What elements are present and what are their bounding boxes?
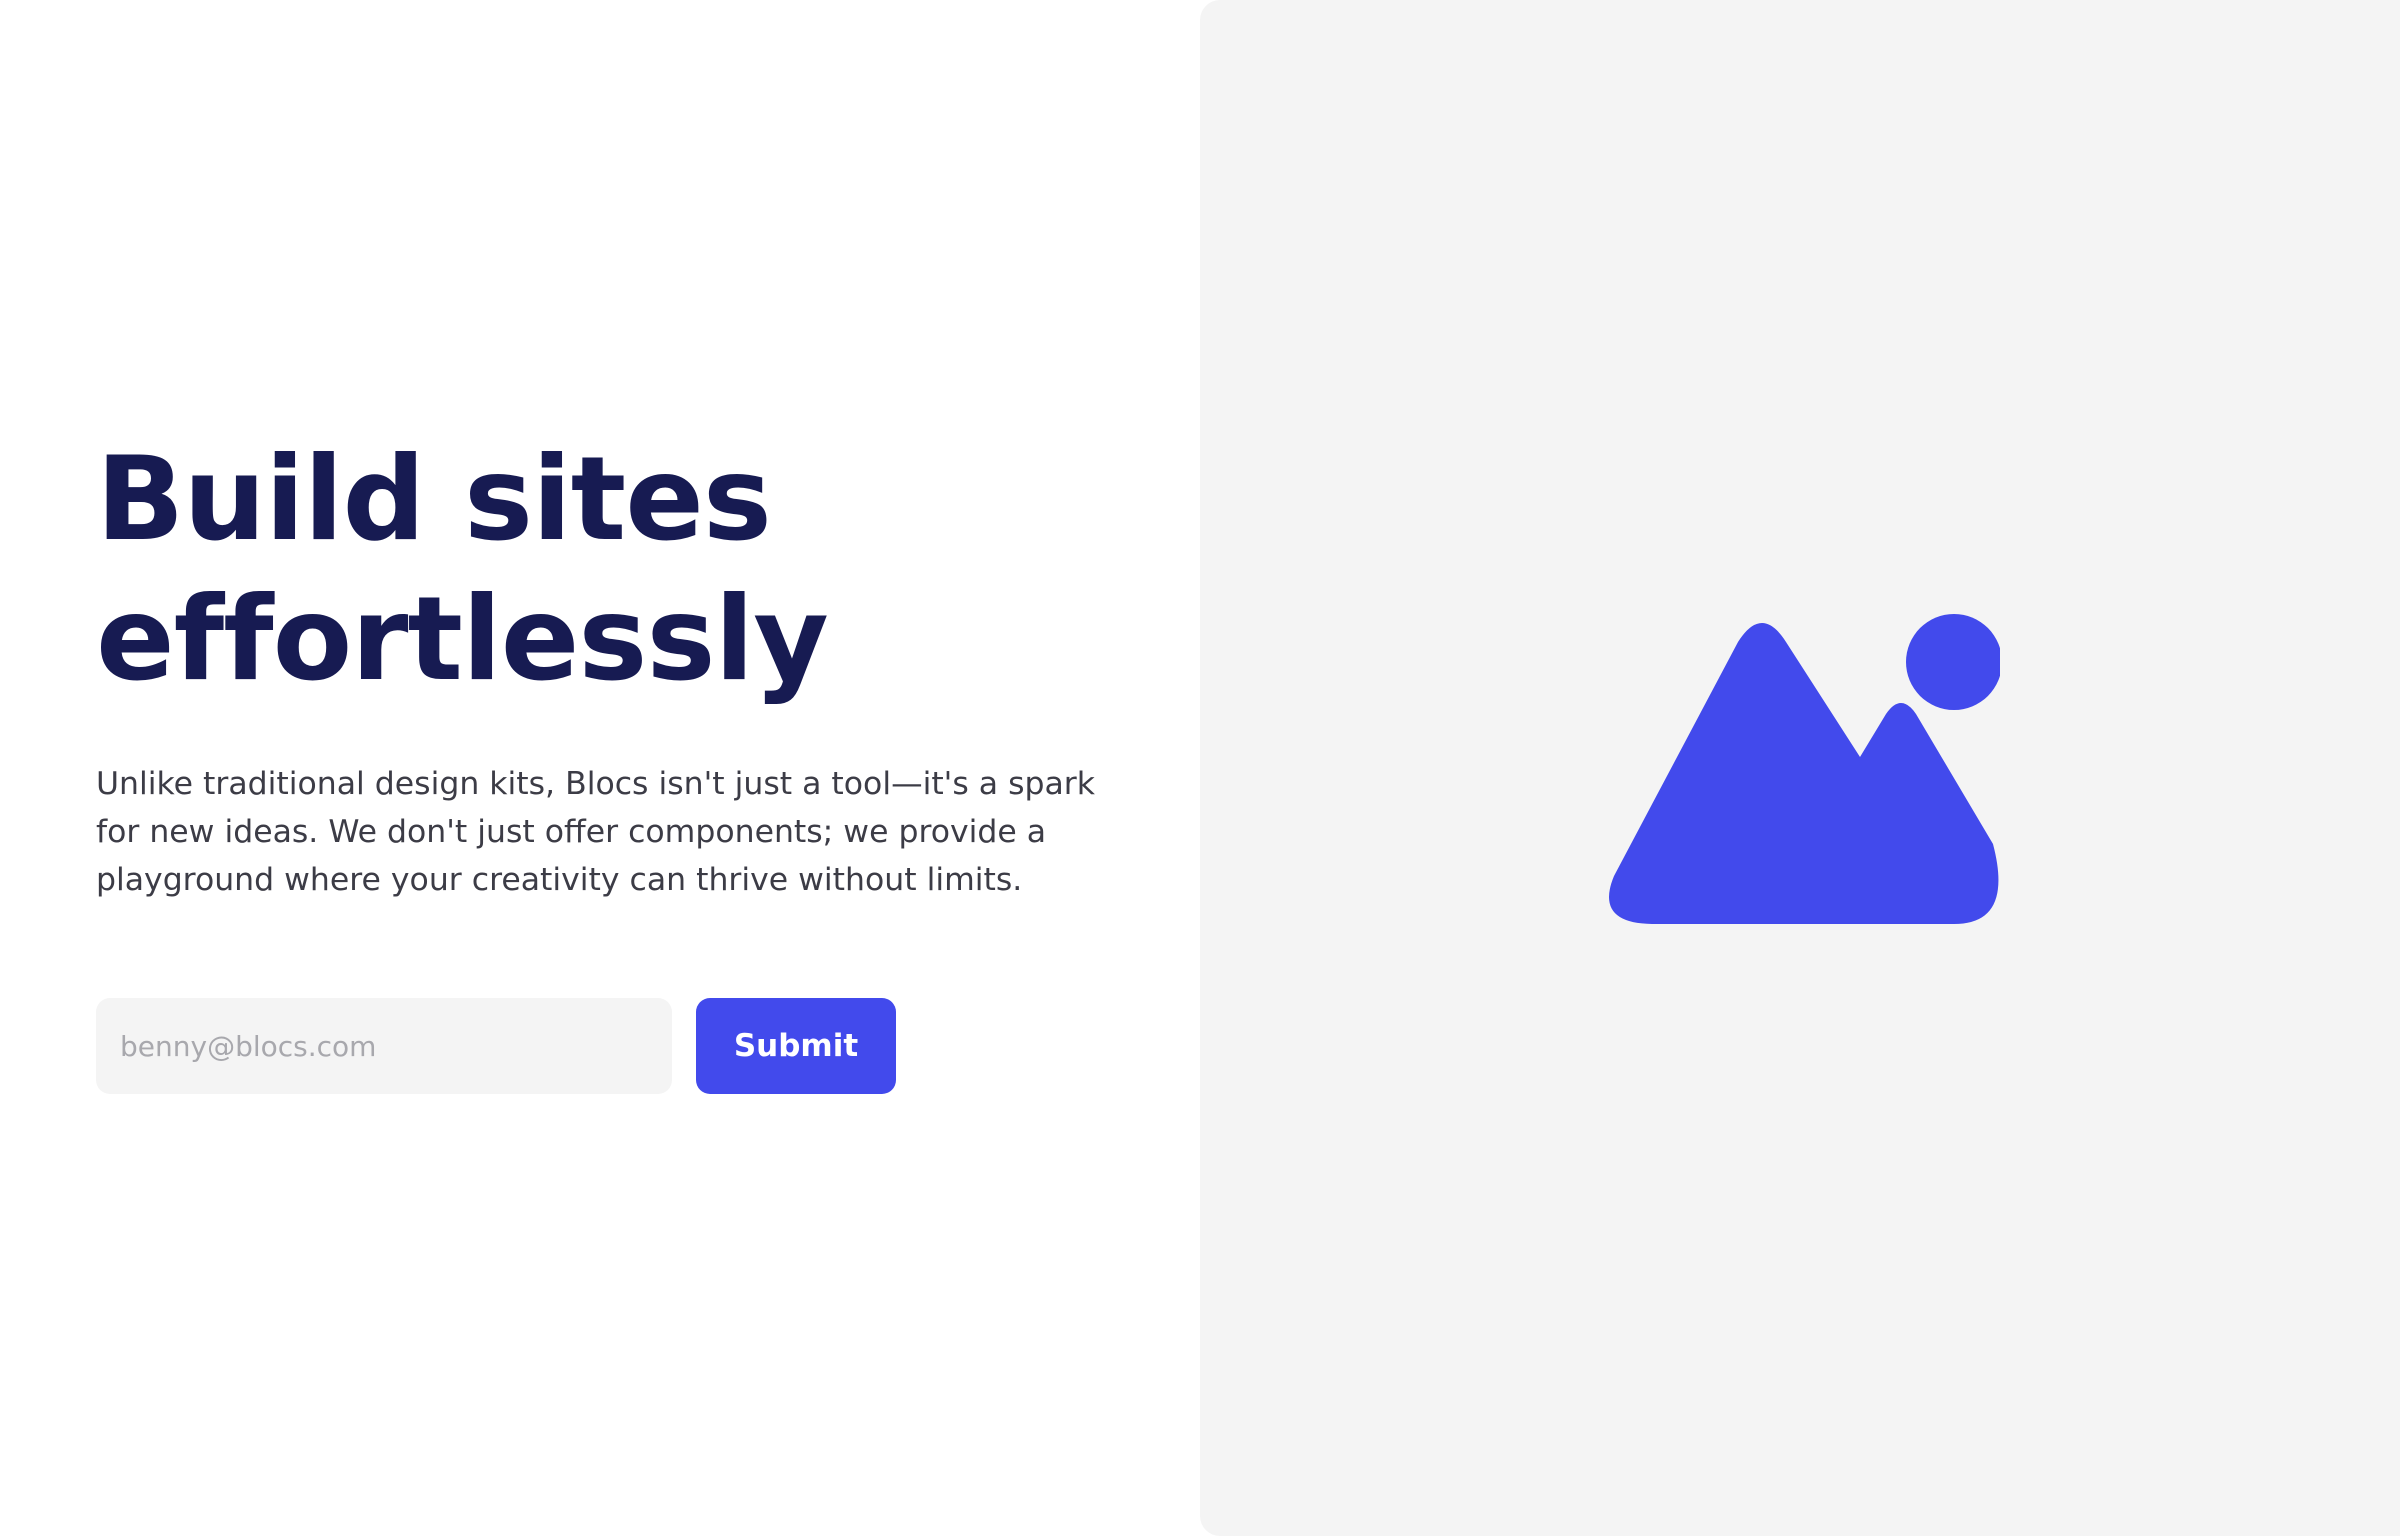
image-placeholder-icon bbox=[1609, 614, 2000, 924]
headline-line-2: effortlessly bbox=[96, 572, 829, 707]
hero-section: Build sites effortlessly Unlike traditio… bbox=[0, 0, 2400, 1536]
submit-button[interactable]: Submit bbox=[696, 998, 896, 1094]
hero-description: Unlike traditional design kits, Blocs is… bbox=[96, 766, 1095, 898]
image-placeholder-panel bbox=[1200, 0, 2400, 1536]
hero-content: Build sites effortlessly Unlike traditio… bbox=[96, 0, 1156, 1536]
headline-line-1: Build sites bbox=[96, 432, 772, 567]
email-input[interactable] bbox=[96, 998, 672, 1094]
hero-headline: Build sites effortlessly bbox=[96, 430, 829, 710]
